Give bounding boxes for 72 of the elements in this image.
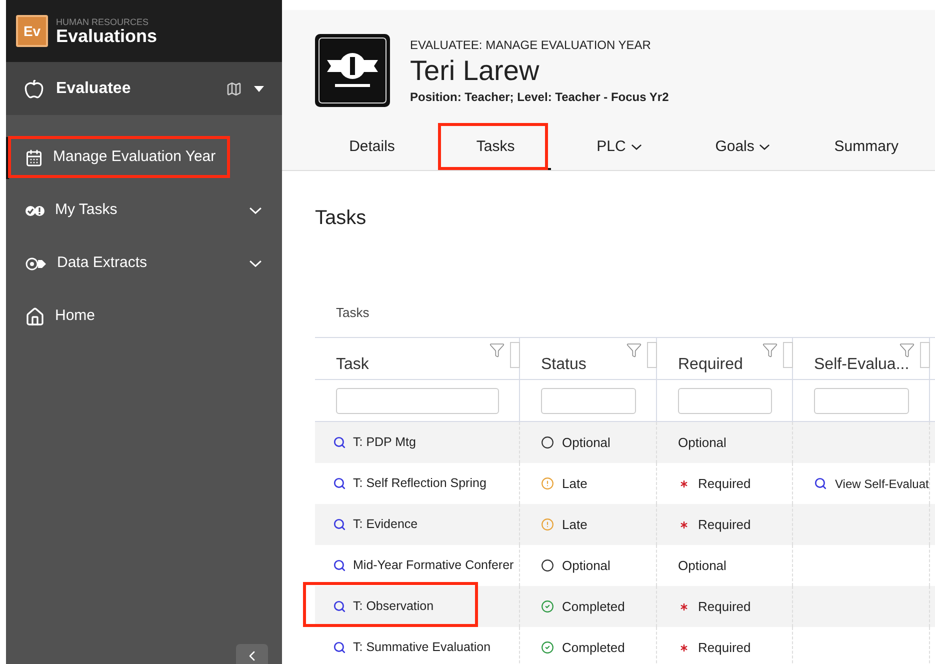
task-link[interactable]: T: Self Reflection Spring: [353, 474, 486, 493]
column-menu-handle[interactable]: [510, 342, 520, 368]
status-text: Completed: [562, 638, 625, 657]
calendar-icon: [25, 148, 43, 166]
chevron-icon: [630, 144, 642, 151]
filter-icon[interactable]: [762, 342, 778, 358]
search-icon[interactable]: [333, 477, 346, 490]
nav-item[interactable]: Home: [6, 296, 282, 338]
tab[interactable]: PLC: [564, 127, 674, 170]
search-icon[interactable]: [333, 600, 346, 613]
status-text: Late: [562, 474, 588, 493]
column-menu-handle[interactable]: [647, 342, 657, 368]
badge-icon: [315, 34, 390, 107]
status-text: Optional: [562, 434, 610, 452]
filter-field[interactable]: [814, 388, 909, 414]
filter-icon[interactable]: [626, 342, 642, 358]
filter-icon[interactable]: [899, 342, 915, 358]
caret-icon[interactable]: [254, 86, 264, 92]
page-title: Tasks: [315, 206, 368, 231]
person-name: Teri Larew: [410, 54, 540, 88]
task-link[interactable]: T: Evidence: [353, 515, 418, 534]
tab[interactable]: Details: [317, 127, 427, 170]
column-header[interactable]: Status: [541, 353, 586, 377]
position-text: Position: Teacher; Level: Teacher - Focus Yr2: [410, 88, 669, 106]
required-text: Required: [698, 474, 751, 493]
status-text: Completed: [562, 598, 625, 616]
column-header[interactable]: Task: [336, 353, 369, 377]
role-label: Evaluatee: [56, 78, 132, 98]
tab[interactable]: Summary: [811, 127, 922, 170]
filter-field[interactable]: [678, 388, 772, 414]
extract-icon: [25, 256, 47, 270]
filter-field[interactable]: [336, 388, 499, 414]
column-header[interactable]: Self-Evalua...: [814, 353, 910, 377]
nav-item[interactable]: My Tasks: [6, 190, 282, 232]
required-text: Optional: [678, 556, 726, 575]
chevron-icon: [249, 206, 262, 214]
task-link[interactable]: Mid-Year Formative Conferer: [353, 556, 514, 575]
column-header[interactable]: Required: [678, 353, 743, 377]
app-logo: Ev: [16, 15, 48, 47]
chevron-icon: [759, 144, 770, 151]
self-eval-link[interactable]: View Self-Evaluat: [835, 474, 929, 492]
check-alert-icon: [25, 204, 45, 216]
filter-icon[interactable]: [489, 342, 505, 358]
column-menu-handle[interactable]: [783, 342, 793, 368]
column-menu-handle[interactable]: [920, 342, 930, 368]
filter-field[interactable]: [541, 388, 636, 414]
required-text: Required: [698, 516, 751, 534]
collapse-button[interactable]: [236, 644, 268, 664]
search-icon[interactable]: [333, 559, 346, 572]
app-category: HUMAN RESOURCES: [56, 18, 150, 26]
status-text: Late: [562, 516, 588, 534]
tab[interactable]: Goals: [688, 127, 798, 170]
breadcrumb: EVALUATEE: MANAGE EVALUATION YEAR: [410, 36, 652, 54]
table-caption: Tasks: [336, 305, 370, 320]
required-text: Optional: [678, 434, 726, 452]
home-icon: [25, 306, 45, 326]
required-text: Required: [698, 598, 751, 616]
apple-icon: [24, 78, 44, 98]
required-text: Required: [698, 638, 751, 657]
search-icon[interactable]: [333, 436, 346, 449]
nav-item[interactable]: Data Extracts: [6, 242, 282, 284]
app-title: Evaluations: [56, 26, 158, 44]
search-icon[interactable]: [333, 641, 346, 654]
status-text: Optional: [562, 556, 610, 575]
search-icon[interactable]: [814, 477, 827, 490]
task-link[interactable]: T: Observation: [353, 597, 434, 616]
tab[interactable]: Tasks: [440, 127, 551, 170]
search-icon[interactable]: [333, 518, 346, 531]
map-icon: [226, 80, 242, 96]
task-link[interactable]: T: Summative Evaluation: [353, 638, 491, 657]
chevron-icon: [249, 260, 262, 268]
task-link[interactable]: T: PDP Mtg: [353, 433, 416, 452]
